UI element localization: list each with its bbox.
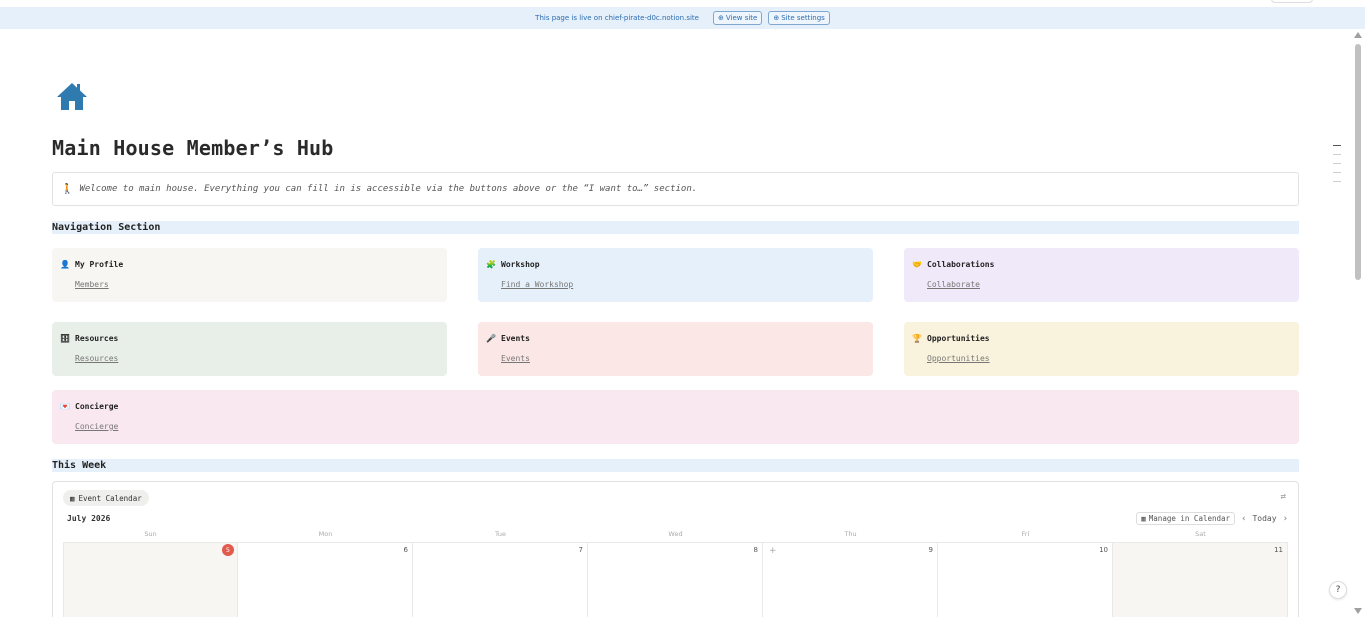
person-icon: 👤 [60,260,70,269]
day-cell[interactable]: 7 [413,543,588,617]
event-calendar: ▦ Event Calendar ⇄ July 2026 ▦ Manage in… [52,481,1299,617]
walking-person-icon: 🚶 [61,183,74,195]
resources-link[interactable]: Resources [75,354,439,363]
today-date-badge: 5 [222,544,234,556]
cabinet-icon: 🗄 [60,334,71,343]
day-number: 7 [578,546,583,554]
love-letter-icon: 💌 [60,402,70,411]
globe-icon: ⊕ [717,14,724,22]
card-events[interactable]: 🎤 Events Events [478,322,873,376]
site-settings-label: Site settings [781,14,825,22]
weekday-header: Sun Mon Tue Wed Thu Fri Sat [63,530,1288,538]
card-workshop[interactable]: 🧩 Workshop Find a Workshop [478,248,873,302]
chevron-right-icon[interactable]: › [1283,514,1288,524]
callout-text: Welcome to main house. Everything you ca… [79,184,698,194]
day-number: 11 [1274,546,1283,554]
weekday-label: Sun [144,530,157,538]
globe-icon: ⊕ [773,14,780,22]
trophy-icon: 🏆 [912,334,922,343]
scroll-up-icon[interactable] [1354,32,1362,38]
house-icon[interactable] [56,80,88,112]
welcome-callout: 🚶 Welcome to main house. Everything you … [52,172,1299,206]
calendar-tab-label: Event Calendar [78,493,142,503]
calendar-view-tab[interactable]: ▦ Event Calendar [63,490,149,506]
top-strip [0,0,1365,7]
members-link[interactable]: Members [75,280,439,289]
manage-in-calendar-button[interactable]: ▦ Manage in Calendar [1136,512,1236,525]
navigation-section-heading: Navigation Section [52,221,1299,234]
card-concierge[interactable]: 💌 Concierge Concierge [52,390,1299,444]
weekday-label: Wed [668,530,683,538]
banner-message: This page is live on chief-pirate-d0c.no… [535,14,699,22]
events-link[interactable]: Events [501,354,865,363]
calendar-month: July 2026 [67,514,111,523]
toc-line[interactable] [1333,154,1341,155]
scrollbar-thumb[interactable] [1355,44,1361,280]
card-title: Concierge [75,402,119,411]
collaborate-link[interactable]: Collaborate [927,280,1291,289]
manage-label: Manage in Calendar [1148,514,1231,523]
day-number: 10 [1099,546,1108,554]
card-collaborations[interactable]: 🤝 Collaborations Collaborate [904,248,1299,302]
card-title: Collaborations [927,260,995,269]
day-number: 9 [928,546,933,554]
day-cell[interactable]: 11 [1113,543,1288,617]
day-cell[interactable]: 8 [588,543,763,617]
scroll-down-icon[interactable] [1354,608,1362,614]
scrollbar[interactable] [1354,32,1362,617]
card-title: Workshop [501,260,540,269]
card-title: My Profile [75,260,124,269]
today-button[interactable]: Today [1252,514,1276,523]
site-settings-button[interactable]: ⊕ Site settings [768,11,830,25]
help-icon: ? [1335,585,1341,595]
view-options-icon[interactable]: ⇄ [1281,492,1286,502]
calendar-icon: ▦ [70,493,75,503]
weekday-label: Fri [1021,530,1030,538]
view-site-label: View site [725,14,758,22]
calendar-icon: ▦ [1141,514,1146,523]
concierge-link[interactable]: Concierge [75,422,1291,431]
toc-line[interactable] [1333,163,1341,164]
card-title: Resources [75,334,119,343]
puzzle-icon: 🧩 [486,260,496,269]
toc-line[interactable] [1333,172,1341,173]
toc-line[interactable] [1333,145,1341,146]
page-title: Main House Member’s Hub [52,136,334,160]
day-cell[interactable]: 10 [938,543,1113,617]
handshake-icon: 🤝 [912,260,922,269]
day-number: 8 [753,546,758,554]
day-cell[interactable]: + 9 [763,543,938,617]
weekday-label: Sat [1195,530,1206,538]
weekday-label: Thu [844,530,857,538]
day-number: 6 [403,546,408,554]
toc-line[interactable] [1333,181,1341,182]
help-button[interactable]: ? [1329,581,1347,599]
card-my-profile[interactable]: 👤 My Profile Members [52,248,447,302]
publish-banner: This page is live on chief-pirate-d0c.no… [0,7,1365,29]
view-site-button[interactable]: ⊕ View site [712,11,763,25]
find-workshop-link[interactable]: Find a Workshop [501,280,865,289]
card-title: Opportunities [927,334,990,343]
chevron-left-icon[interactable]: ‹ [1241,514,1246,524]
day-cell[interactable]: 6 [238,543,413,617]
weekday-label: Mon [318,530,333,538]
week-row: 5 6 7 8 + 9 10 11 [63,542,1288,617]
opportunities-link[interactable]: Opportunities [927,354,1291,363]
weekday-label: Tue [494,530,507,538]
card-title: Events [501,334,530,343]
calendar-controls: ▦ Manage in Calendar ‹ Today › [1136,512,1288,525]
table-of-contents-minimap[interactable] [1333,145,1341,190]
day-cell[interactable]: 5 [63,543,238,617]
this-week-heading: This Week [52,459,1299,472]
add-event-icon[interactable]: + [769,546,777,556]
card-opportunities[interactable]: 🏆 Opportunities Opportunities [904,322,1299,376]
microphone-icon: 🎤 [486,334,496,343]
card-resources[interactable]: 🗄 Resources Resources [52,322,447,376]
top-button-edge[interactable] [1271,0,1313,3]
